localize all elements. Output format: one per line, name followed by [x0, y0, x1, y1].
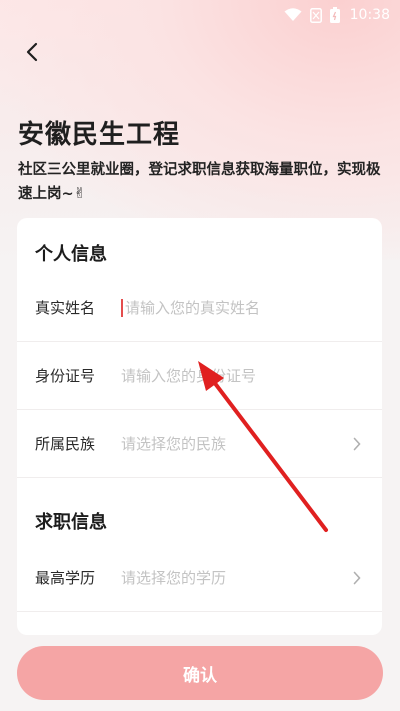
field-real-name[interactable]: 真实姓名	[17, 274, 382, 342]
id-number-input[interactable]	[121, 366, 364, 385]
real-name-input[interactable]	[125, 298, 364, 317]
status-bar: 10:38	[0, 0, 400, 30]
wifi-icon	[284, 8, 302, 22]
field-label: 所属民族	[35, 435, 96, 453]
form-card: 个人信息 真实姓名 身份证号 所属民族 请选择您的民族 求职信息 最高学历 请选…	[17, 218, 382, 635]
chevron-right-icon	[350, 437, 364, 451]
section-title-job-info: 求职信息	[35, 512, 107, 533]
field-label: 真实姓名	[35, 299, 96, 317]
field-id-number[interactable]: 身份证号	[17, 342, 382, 410]
field-ethnicity[interactable]: 所属民族 请选择您的民族	[17, 410, 382, 478]
status-time: 10:38	[349, 7, 390, 23]
page-title: 安徽民生工程	[18, 120, 181, 150]
field-education[interactable]: 最高学历 请选择您的学历	[17, 544, 382, 612]
field-label: 身份证号	[35, 367, 96, 385]
confirm-button[interactable]: 确认	[17, 646, 383, 700]
battery-icon	[329, 7, 340, 23]
education-select[interactable]: 请选择您的学历	[121, 567, 350, 588]
ethnicity-select[interactable]: 请选择您的民族	[121, 433, 350, 454]
text-caret	[121, 298, 123, 317]
section-title-personal-info: 个人信息	[35, 244, 107, 265]
field-label: 最高学历	[35, 569, 96, 587]
chevron-left-icon	[25, 42, 39, 66]
sim-icon	[309, 7, 322, 23]
chevron-right-icon	[350, 571, 364, 585]
page-subtitle: 社区三公里就业圈，登记求职信息获取海量职位，实现极速上岗~✌	[18, 162, 381, 202]
back-button[interactable]	[18, 40, 46, 68]
